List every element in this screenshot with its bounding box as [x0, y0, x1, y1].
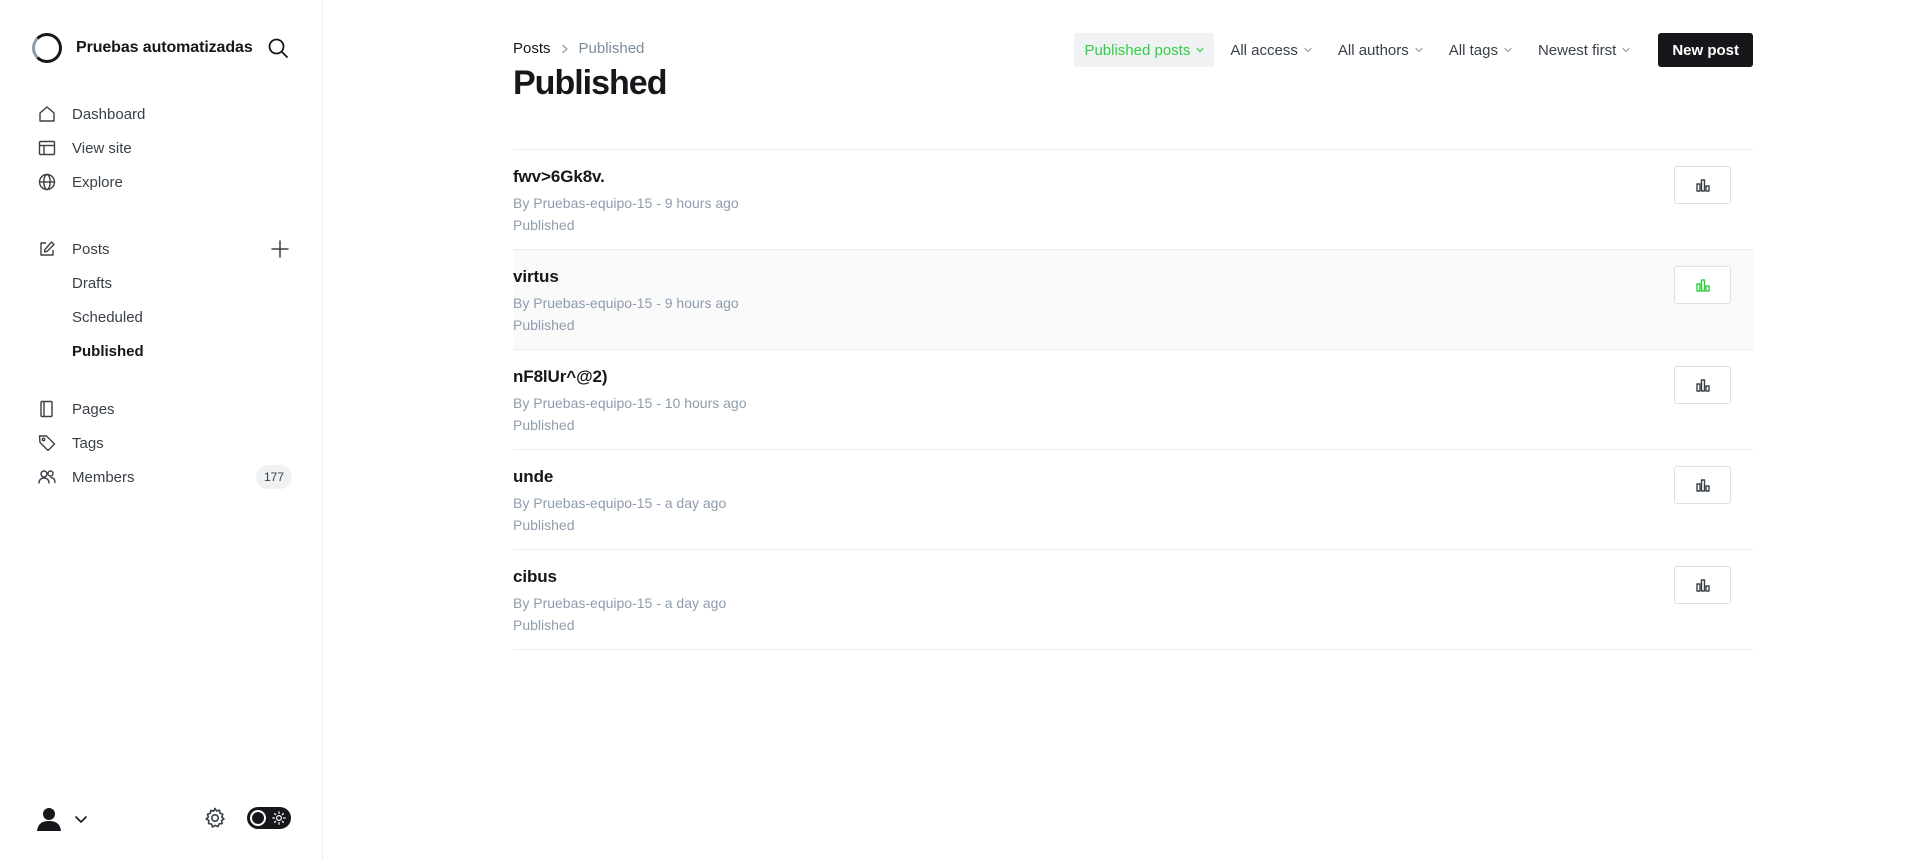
sidebar-item-label: Drafts	[72, 274, 113, 292]
filter-label: All tags	[1448, 41, 1498, 59]
site-name: Pruebas automatizadas	[76, 39, 253, 56]
tag-icon	[38, 435, 56, 452]
post-meta: By Pruebas-equipo-15 - 10 hours ago	[513, 395, 747, 411]
bar-chart-icon	[1695, 179, 1710, 192]
sidebar-item-label: Published	[72, 342, 144, 360]
gear-icon[interactable]	[203, 806, 227, 830]
post-meta: By Pruebas-equipo-15 - 9 hours ago	[513, 295, 739, 311]
post-title[interactable]: unde	[513, 467, 553, 487]
analytics-button[interactable]	[1674, 566, 1731, 604]
analytics-button[interactable]	[1674, 366, 1731, 404]
filter-authors[interactable]: All authors	[1328, 33, 1433, 67]
sidebar-item-label: Pages	[72, 400, 115, 418]
analytics-button[interactable]	[1674, 266, 1731, 304]
sidebar-item-scheduled[interactable]: Scheduled	[0, 300, 323, 334]
post-row[interactable]: cibus By Pruebas-equipo-15 - a day ago P…	[513, 550, 1753, 650]
post-row[interactable]: nF8lUr^@2) By Pruebas-equipo-15 - 10 hou…	[513, 350, 1753, 450]
post-list: fwv>6Gk8v. By Pruebas-equipo-15 - 9 hour…	[513, 149, 1753, 650]
post-row[interactable]: virtus By Pruebas-equipo-15 - 9 hours ag…	[513, 250, 1753, 350]
chevron-down-icon	[1304, 47, 1312, 53]
layout-icon	[38, 140, 56, 156]
theme-toggle[interactable]	[247, 807, 291, 829]
filter-tags[interactable]: All tags	[1439, 33, 1522, 67]
filter-access[interactable]: All access	[1220, 33, 1322, 67]
page-title: Published	[513, 64, 667, 102]
filter-type[interactable]: Published posts	[1074, 33, 1215, 67]
bar-chart-icon	[1695, 579, 1710, 592]
chevron-right-icon	[561, 44, 568, 53]
post-status: Published	[513, 417, 575, 433]
sidebar-item-explore[interactable]: Explore	[0, 165, 323, 199]
post-row[interactable]: fwv>6Gk8v. By Pruebas-equipo-15 - 9 hour…	[513, 150, 1753, 250]
sidebar-item-drafts[interactable]: Drafts	[0, 266, 323, 300]
sidebar-item-label: Scheduled	[72, 308, 143, 326]
globe-icon	[38, 173, 56, 191]
pages-icon	[40, 400, 53, 418]
sidebar-item-label: Dashboard	[72, 105, 146, 123]
filter-label: All access	[1230, 41, 1298, 59]
post-row[interactable]: unde By Pruebas-equipo-15 - a day ago Pu…	[513, 450, 1753, 550]
post-status: Published	[513, 617, 575, 633]
search-icon[interactable]	[266, 36, 290, 60]
sidebar: Pruebas automatizadas Dashboard View sit…	[0, 0, 323, 860]
post-title[interactable]: cibus	[513, 567, 557, 587]
sidebar-item-dashboard[interactable]: Dashboard	[0, 97, 323, 131]
sidebar-item-members[interactable]: Members 177	[0, 460, 323, 494]
sidebar-item-pages[interactable]: Pages	[0, 392, 323, 426]
analytics-button[interactable]	[1674, 166, 1731, 204]
sidebar-item-label: View site	[72, 139, 132, 157]
filter-label: Newest first	[1537, 41, 1617, 59]
chevron-down-icon[interactable]	[74, 812, 88, 826]
sidebar-item-label: Members	[72, 468, 135, 486]
user-avatar-icon[interactable]	[34, 804, 64, 834]
bar-chart-icon	[1695, 479, 1710, 492]
plus-icon[interactable]	[270, 239, 290, 259]
breadcrumb-posts-link[interactable]: Posts	[513, 40, 551, 57]
filter-label: Published posts	[1084, 41, 1191, 59]
post-title[interactable]: fwv>6Gk8v.	[513, 167, 605, 187]
post-title[interactable]: nF8lUr^@2)	[513, 367, 608, 387]
chevron-down-icon	[1415, 47, 1423, 53]
house-icon	[39, 106, 55, 122]
sidebar-item-published[interactable]: Published	[0, 334, 323, 368]
sidebar-footer	[0, 800, 323, 844]
breadcrumb: Posts Published	[513, 40, 644, 57]
post-meta: By Pruebas-equipo-15 - 9 hours ago	[513, 195, 739, 211]
post-status: Published	[513, 317, 575, 333]
chevron-down-icon	[1504, 47, 1512, 53]
sidebar-item-view-site[interactable]: View site	[0, 131, 323, 165]
members-icon	[38, 470, 56, 484]
sidebar-item-posts[interactable]: Posts	[0, 232, 323, 266]
sidebar-item-label: Posts	[72, 240, 110, 258]
filter-label: All authors	[1337, 41, 1409, 59]
post-status: Published	[513, 217, 575, 233]
site-logo-icon	[32, 33, 62, 63]
site-brand[interactable]: Pruebas automatizadas	[32, 32, 253, 64]
breadcrumb-current: Published	[578, 40, 645, 57]
analytics-button[interactable]	[1674, 466, 1731, 504]
post-status: Published	[513, 517, 575, 533]
toggle-knob	[250, 810, 266, 826]
filter-order[interactable]: Newest first	[1528, 33, 1640, 67]
chevron-down-icon	[1196, 47, 1204, 53]
filter-bar: Published posts All access All authors A…	[1068, 33, 1753, 67]
post-meta: By Pruebas-equipo-15 - a day ago	[513, 495, 727, 511]
edit-icon	[40, 241, 55, 256]
sidebar-item-label: Explore	[72, 173, 123, 191]
new-post-button[interactable]: New post	[1658, 33, 1753, 67]
chevron-down-icon	[1622, 47, 1630, 53]
sun-icon	[272, 811, 286, 825]
sidebar-item-label: Tags	[72, 434, 104, 452]
bar-chart-icon	[1695, 379, 1710, 392]
post-title[interactable]: virtus	[513, 267, 559, 287]
bar-chart-icon	[1695, 279, 1710, 292]
members-count-badge: 177	[256, 465, 293, 489]
sidebar-item-tags[interactable]: Tags	[0, 426, 323, 460]
post-meta: By Pruebas-equipo-15 - a day ago	[513, 595, 727, 611]
